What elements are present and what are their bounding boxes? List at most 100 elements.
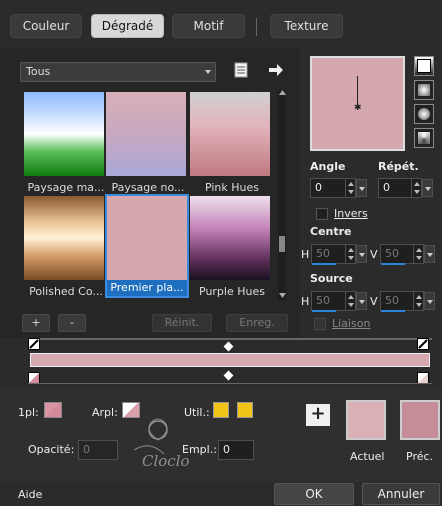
gradient-list-scrollbar[interactable] bbox=[278, 90, 286, 300]
center-h-label: H bbox=[301, 248, 310, 261]
center-h-slider[interactable] bbox=[312, 263, 336, 265]
center-label: Centre bbox=[310, 225, 352, 238]
link-label: Liaison bbox=[332, 317, 371, 330]
help-link[interactable]: Aide bbox=[18, 488, 42, 501]
gradient-thumbnail bbox=[106, 92, 186, 176]
spinner-arrows-icon[interactable] bbox=[345, 179, 355, 197]
cancel-button[interactable]: Annuler bbox=[362, 483, 440, 505]
gradient-label: Paysage no... bbox=[111, 181, 185, 194]
tab-separator bbox=[256, 18, 257, 36]
rectangular-style-button[interactable] bbox=[414, 80, 434, 100]
spinner-arrows-icon[interactable] bbox=[413, 245, 423, 263]
center-v-slider[interactable] bbox=[381, 263, 405, 265]
source-label: Source bbox=[310, 272, 353, 285]
midpoint-marker-icon[interactable] bbox=[223, 341, 234, 352]
gradient-thumbnail bbox=[24, 196, 104, 280]
category-select[interactable]: Tous bbox=[20, 62, 216, 82]
repeat-input[interactable]: 0 bbox=[378, 178, 433, 198]
scroll-down-icon[interactable] bbox=[279, 293, 286, 299]
chevron-down-icon[interactable] bbox=[356, 245, 367, 263]
sunburst-style-button[interactable] bbox=[414, 128, 434, 148]
opacity-input[interactable]: 0 bbox=[78, 440, 118, 460]
chevron-down-icon[interactable] bbox=[356, 179, 367, 197]
invert-label: Invers bbox=[334, 207, 368, 220]
location-input[interactable]: 0 bbox=[218, 440, 254, 460]
gradient-item[interactable]: Paysage ma... bbox=[24, 92, 108, 196]
spinner-arrows-icon[interactable] bbox=[345, 245, 355, 263]
source-v-slider[interactable] bbox=[381, 310, 405, 312]
gradient-item[interactable]: Purple Hues bbox=[190, 196, 274, 300]
add-swatch-button[interactable]: + bbox=[306, 404, 330, 426]
remove-gradient-button[interactable]: - bbox=[58, 314, 86, 332]
chevron-down-icon[interactable] bbox=[356, 292, 367, 310]
source-h-slider[interactable] bbox=[312, 310, 336, 312]
gradient-item[interactable]: Polished Co... bbox=[24, 196, 108, 300]
link-checkbox[interactable] bbox=[314, 318, 326, 330]
midpoint-marker-icon[interactable] bbox=[223, 370, 234, 381]
chevron-down-icon[interactable] bbox=[424, 245, 435, 263]
gradient-item-selected[interactable]: Premier pla... bbox=[105, 194, 189, 298]
gradient-item[interactable]: Paysage no... bbox=[106, 92, 190, 196]
current-color-swatch[interactable] bbox=[346, 400, 386, 440]
source-h-value: 50 bbox=[316, 294, 330, 307]
gradient-thumbnail bbox=[190, 92, 270, 176]
location-value: 0 bbox=[223, 443, 230, 456]
gradient-thumbnail bbox=[107, 196, 187, 280]
tab-couleur[interactable]: Couleur bbox=[10, 14, 82, 38]
center-v-input[interactable]: 50 bbox=[380, 244, 435, 264]
invert-checkbox[interactable] bbox=[316, 208, 328, 220]
reset-button[interactable]: Réinit. bbox=[152, 314, 212, 332]
previous-color-swatch[interactable] bbox=[400, 400, 440, 440]
center-v-value: 50 bbox=[385, 247, 399, 260]
file-menu-icon[interactable] bbox=[234, 62, 248, 78]
source-h-label: H bbox=[301, 295, 310, 308]
spinner-arrows-icon[interactable] bbox=[411, 179, 421, 197]
gradient-thumbnail bbox=[24, 92, 104, 176]
chevron-down-icon[interactable] bbox=[422, 179, 433, 197]
first-plan-swatch[interactable] bbox=[44, 402, 62, 418]
angle-label: Angle bbox=[310, 160, 346, 173]
category-select-value: Tous bbox=[26, 65, 51, 78]
gradient-label: Paysage ma... bbox=[27, 181, 105, 194]
user-color-swatch-alt[interactable] bbox=[237, 402, 253, 418]
editor-top-line bbox=[28, 338, 432, 340]
center-h-input[interactable]: 50 bbox=[311, 244, 367, 264]
gradient-item[interactable]: Pink Hues bbox=[190, 92, 274, 196]
watermark-text: Cloclo bbox=[142, 452, 190, 470]
tab-texture[interactable]: Texture bbox=[270, 14, 343, 38]
radial-style-button[interactable] bbox=[414, 104, 434, 124]
chevron-down-icon[interactable] bbox=[424, 292, 435, 310]
save-button[interactable]: Enreg. bbox=[226, 314, 288, 332]
scrollbar-thumb[interactable] bbox=[279, 236, 285, 252]
background-plan-label: Arpl: bbox=[92, 406, 118, 419]
repeat-value: 0 bbox=[383, 181, 390, 194]
opacity-label: Opacité: bbox=[28, 443, 75, 456]
spinner-arrows-icon[interactable] bbox=[345, 292, 355, 310]
center-marker-icon[interactable]: ✱ bbox=[354, 104, 362, 113]
user-color-swatch[interactable] bbox=[213, 402, 229, 418]
chevron-down-icon bbox=[205, 70, 211, 74]
source-v-label: V bbox=[370, 295, 378, 308]
center-v-label: V bbox=[370, 248, 378, 261]
first-plan-label: 1pl: bbox=[18, 406, 39, 419]
source-v-input[interactable]: 50 bbox=[380, 291, 435, 311]
scroll-up-icon[interactable] bbox=[279, 90, 286, 96]
spinner-arrows-icon[interactable] bbox=[413, 292, 423, 310]
gradient-label: Premier pla... bbox=[110, 281, 184, 294]
gradient-bar[interactable] bbox=[30, 353, 430, 367]
current-color-label: Actuel bbox=[350, 450, 385, 463]
source-h-input[interactable]: 50 bbox=[311, 291, 367, 311]
ok-button[interactable]: OK bbox=[274, 483, 354, 505]
gradient-label: Pink Hues bbox=[204, 181, 260, 194]
color-stop-marker-icon[interactable] bbox=[28, 338, 40, 350]
arrow-right-icon[interactable] bbox=[268, 63, 284, 77]
tab-motif[interactable]: Motif bbox=[172, 14, 245, 38]
tab-degrade[interactable]: Dégradé bbox=[91, 14, 164, 38]
color-stop-marker-icon[interactable] bbox=[417, 338, 429, 350]
gradient-preview[interactable]: ✱ bbox=[310, 56, 405, 151]
angle-value: 0 bbox=[315, 181, 322, 194]
gradient-label: Purple Hues bbox=[199, 285, 265, 298]
add-gradient-button[interactable]: + bbox=[22, 314, 50, 332]
angle-input[interactable]: 0 bbox=[310, 178, 367, 198]
linear-style-button[interactable] bbox=[414, 56, 434, 76]
